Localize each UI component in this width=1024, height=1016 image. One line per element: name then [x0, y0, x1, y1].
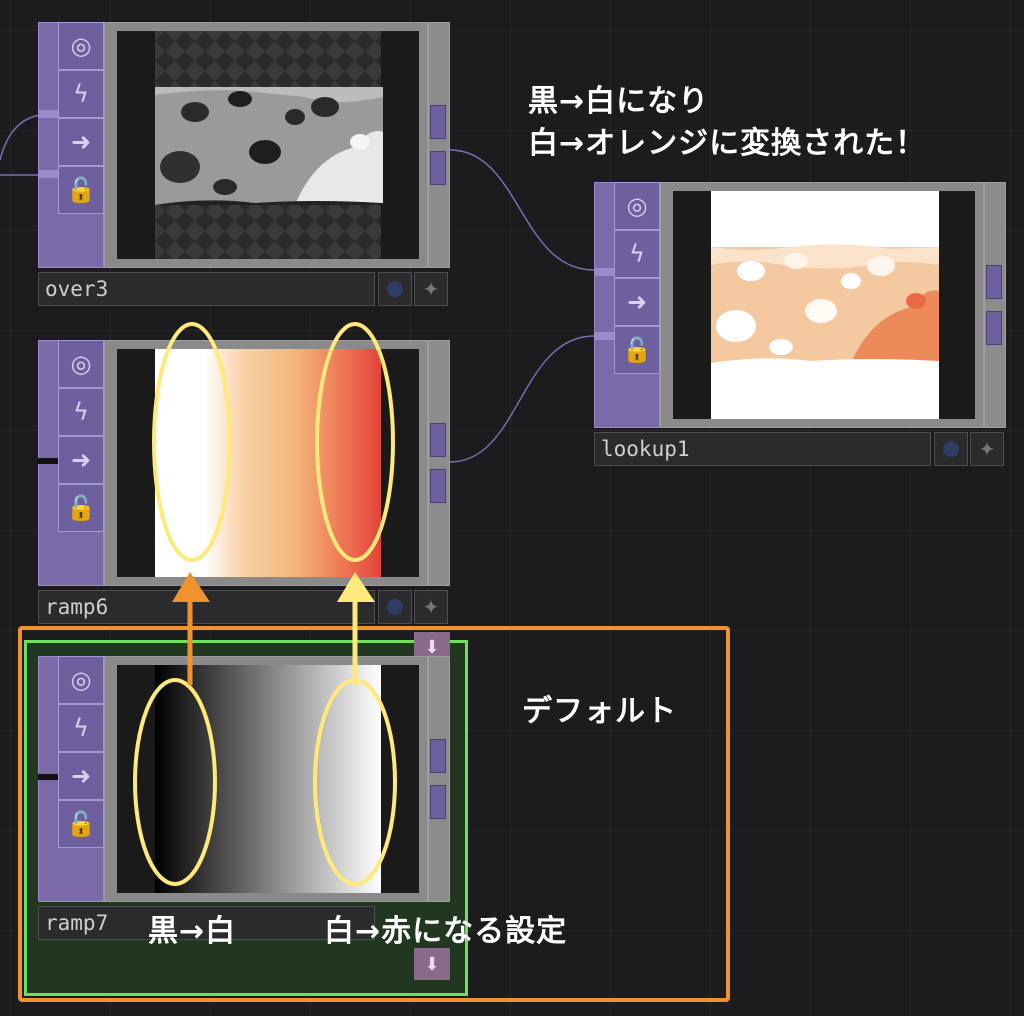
output-connector[interactable] [986, 311, 1002, 345]
node-ramp7[interactable]: ◎ ϟ ➜ 🔓 [38, 656, 450, 902]
node-viewer[interactable] [660, 182, 984, 428]
lookup1-thumbnail [711, 191, 939, 419]
output-connector[interactable] [430, 739, 446, 773]
display-dot-icon[interactable] [934, 432, 968, 466]
node-name-lookup1[interactable]: lookup1 [594, 432, 931, 466]
viewer-icon[interactable]: ◎ [58, 340, 104, 388]
lock-icon[interactable]: 🔓 [614, 326, 660, 374]
cook-icon[interactable]: ➜ [58, 436, 104, 484]
cook-icon[interactable]: ➜ [58, 118, 104, 166]
display-dot-icon[interactable] [378, 590, 412, 624]
node-over3[interactable]: ◎ ϟ ➜ 🔓 [38, 22, 450, 268]
node-right-bar [984, 182, 1006, 428]
input-connector[interactable] [38, 110, 58, 118]
lock-icon[interactable]: 🔓 [58, 484, 104, 532]
node-viewer[interactable] [104, 340, 428, 586]
output-connector[interactable] [430, 785, 446, 819]
annotation-black-to-white: 黒→白 [148, 914, 237, 949]
cook-icon[interactable]: ➜ [58, 752, 104, 800]
annotation-default: デフォルト [522, 694, 677, 729]
output-arrow-icon[interactable]: ⬇ [414, 948, 450, 980]
annotation-white-to-red: 白→赤になる設定 [324, 914, 568, 949]
output-connector[interactable] [430, 151, 446, 185]
annotation-top-line1: 黒→白になり [528, 84, 710, 119]
node-name-ramp6[interactable]: ramp6 [38, 590, 375, 624]
input-connector[interactable] [594, 332, 614, 340]
output-connector[interactable] [430, 469, 446, 503]
over3-thumbnail [155, 87, 383, 205]
lock-icon[interactable]: 🔓 [58, 800, 104, 848]
ramp6-thumbnail [155, 349, 381, 577]
bypass-icon[interactable]: ϟ [58, 704, 104, 752]
node-name-over3[interactable]: over3 [38, 272, 375, 306]
node-right-bar [428, 22, 450, 268]
node-viewer[interactable] [104, 656, 428, 902]
viewer-icon[interactable]: ◎ [58, 656, 104, 704]
node-right-bar [428, 340, 450, 586]
lock-icon[interactable]: 🔓 [58, 166, 104, 214]
ramp7-thumbnail [155, 665, 381, 893]
output-connector[interactable] [430, 423, 446, 457]
node-lookup1[interactable]: ◎ ϟ ➜ 🔓 [594, 182, 1006, 428]
bypass-icon[interactable]: ϟ [614, 230, 660, 278]
bypass-icon[interactable]: ϟ [58, 70, 104, 118]
input-connector[interactable] [38, 458, 58, 464]
pin-icon[interactable]: ✦ [970, 432, 1004, 466]
pin-icon[interactable]: ✦ [414, 590, 448, 624]
display-dot-icon[interactable] [378, 272, 412, 306]
input-connector[interactable] [594, 268, 614, 276]
output-connector[interactable] [986, 265, 1002, 299]
input-connector[interactable] [38, 170, 58, 178]
annotation-top-line2: 白→オレンジに変換された！ [528, 126, 927, 161]
pin-icon[interactable]: ✦ [414, 272, 448, 306]
cook-icon[interactable]: ➜ [614, 278, 660, 326]
viewer-icon[interactable]: ◎ [58, 22, 104, 70]
node-viewer[interactable] [104, 22, 428, 268]
viewer-icon[interactable]: ◎ [614, 182, 660, 230]
node-right-bar [428, 656, 450, 902]
node-ramp6[interactable]: ◎ ϟ ➜ 🔓 [38, 340, 450, 586]
input-connector[interactable] [38, 774, 58, 780]
output-connector[interactable] [430, 105, 446, 139]
bypass-icon[interactable]: ϟ [58, 388, 104, 436]
